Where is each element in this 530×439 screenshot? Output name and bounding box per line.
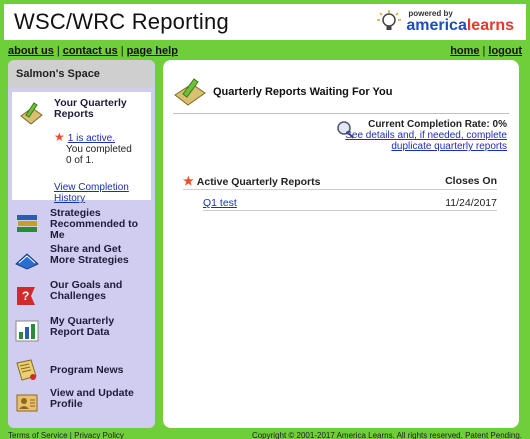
sidebar-item-goals[interactable]: ? Our Goals and Challenges — [8, 280, 155, 316]
sidebar-item-label: Strategies Recommended to Me — [50, 207, 139, 241]
books-icon — [17, 215, 37, 232]
column-header-closes-on: Closes On — [445, 174, 497, 187]
sidebar-item-share[interactable]: Share and Get More Strategies — [8, 244, 155, 280]
view-completion-history-link[interactable]: View Completion History — [54, 182, 129, 204]
sidebar-item-label: Share and Get More Strategies — [50, 243, 129, 266]
logout-link[interactable]: logout — [488, 45, 522, 57]
sidebar-item-label: Program News — [50, 363, 124, 376]
see-details-link[interactable]: See details and, if needed, complete dupl… — [345, 130, 507, 152]
table-row: Q1 test 11/24/2017 — [203, 197, 497, 211]
footer-left: Terms of Service | Privacy Policy — [8, 431, 124, 439]
main-panel: Quarterly Reports Waiting For You Curren… — [163, 60, 519, 428]
lightbulb-icon — [377, 10, 402, 30]
app-title: WSC/WRC Reporting — [14, 9, 229, 34]
sidebar-item-label: View and Update Profile — [50, 387, 134, 410]
completed-line-1: You completed — [66, 144, 132, 155]
completion-rate: Current Completion Rate: 0% — [368, 119, 507, 130]
sidebar-item-label: Your Quarterly Reports — [54, 97, 127, 120]
terms-link[interactable]: Terms of Service — [8, 431, 68, 439]
book-share-icon — [15, 253, 39, 270]
sidebar-item-quarterly-reports[interactable]: Your Quarterly Reports ★ 1 is active. You… — [12, 92, 151, 204]
brand-name: americalearns — [406, 17, 514, 34]
active-reports-line: ★ 1 is active. — [54, 130, 147, 144]
main-header: Quarterly Reports Waiting For You — [173, 70, 509, 114]
top-nav: about us | contact us | page help home | logou… — [8, 44, 522, 58]
page-title: Quarterly Reports Waiting For You — [213, 85, 393, 98]
news-icon — [16, 359, 37, 381]
sidebar-item-news[interactable]: Program News — [8, 352, 155, 388]
home-link[interactable]: home — [450, 45, 479, 57]
bar-chart-icon — [15, 320, 39, 342]
footer: Terms of Service | Privacy Policy Copyri… — [8, 432, 522, 439]
goals-icon: ? — [17, 287, 35, 305]
active-reports-link[interactable]: 1 is active. — [68, 133, 115, 144]
sidebar-item-report-data[interactable]: My Quarterly Report Data — [8, 316, 155, 352]
app-header: WSC/WRC Reporting powered by americalear… — [4, 4, 526, 40]
svg-text:?: ? — [22, 289, 29, 303]
report-pencil-icon — [174, 77, 206, 106]
contact-us-link[interactable]: contact us — [63, 45, 118, 57]
sidebar: Salmon's Space Your Quarterly Reports ★ 1… — [8, 60, 155, 428]
about-us-link[interactable]: about us — [8, 45, 54, 57]
copyright: Copyright © 2001-2017 America Learns. Al… — [251, 431, 522, 439]
sidebar-item-label: My Quarterly Report Data — [50, 315, 115, 338]
top-nav-right: home | logout — [450, 45, 522, 57]
report-pencil-icon — [20, 102, 43, 125]
completion-block: Current Completion Rate: 0% See details … — [345, 119, 507, 152]
page-help-link[interactable]: page help — [127, 45, 178, 57]
sidebar-item-strategies[interactable]: Strategies Recommended to Me — [8, 208, 155, 244]
americalearns-logo: powered by americalearns — [376, 9, 514, 35]
reports-table-header: ★ Active Quarterly Reports Closes On — [183, 173, 497, 190]
top-nav-left: about us | contact us | page help — [8, 45, 178, 57]
history-link-wrap: View Completion History — [54, 182, 134, 204]
star-icon: ★ — [183, 173, 194, 188]
star-icon: ★ — [54, 130, 65, 144]
sidebar-item-profile[interactable]: View and Update Profile — [8, 388, 155, 424]
privacy-link[interactable]: Privacy Policy — [74, 431, 124, 439]
sidebar-title: Salmon's Space — [8, 60, 155, 88]
sidebar-item-label: Our Goals and Challenges — [50, 279, 123, 302]
completed-line-2: 0 of 1. — [66, 155, 94, 166]
column-header-report: ★ Active Quarterly Reports — [183, 173, 321, 188]
profile-icon — [16, 394, 38, 412]
closes-on-date: 11/24/2017 — [445, 197, 497, 209]
report-link[interactable]: Q1 test — [203, 197, 237, 210]
